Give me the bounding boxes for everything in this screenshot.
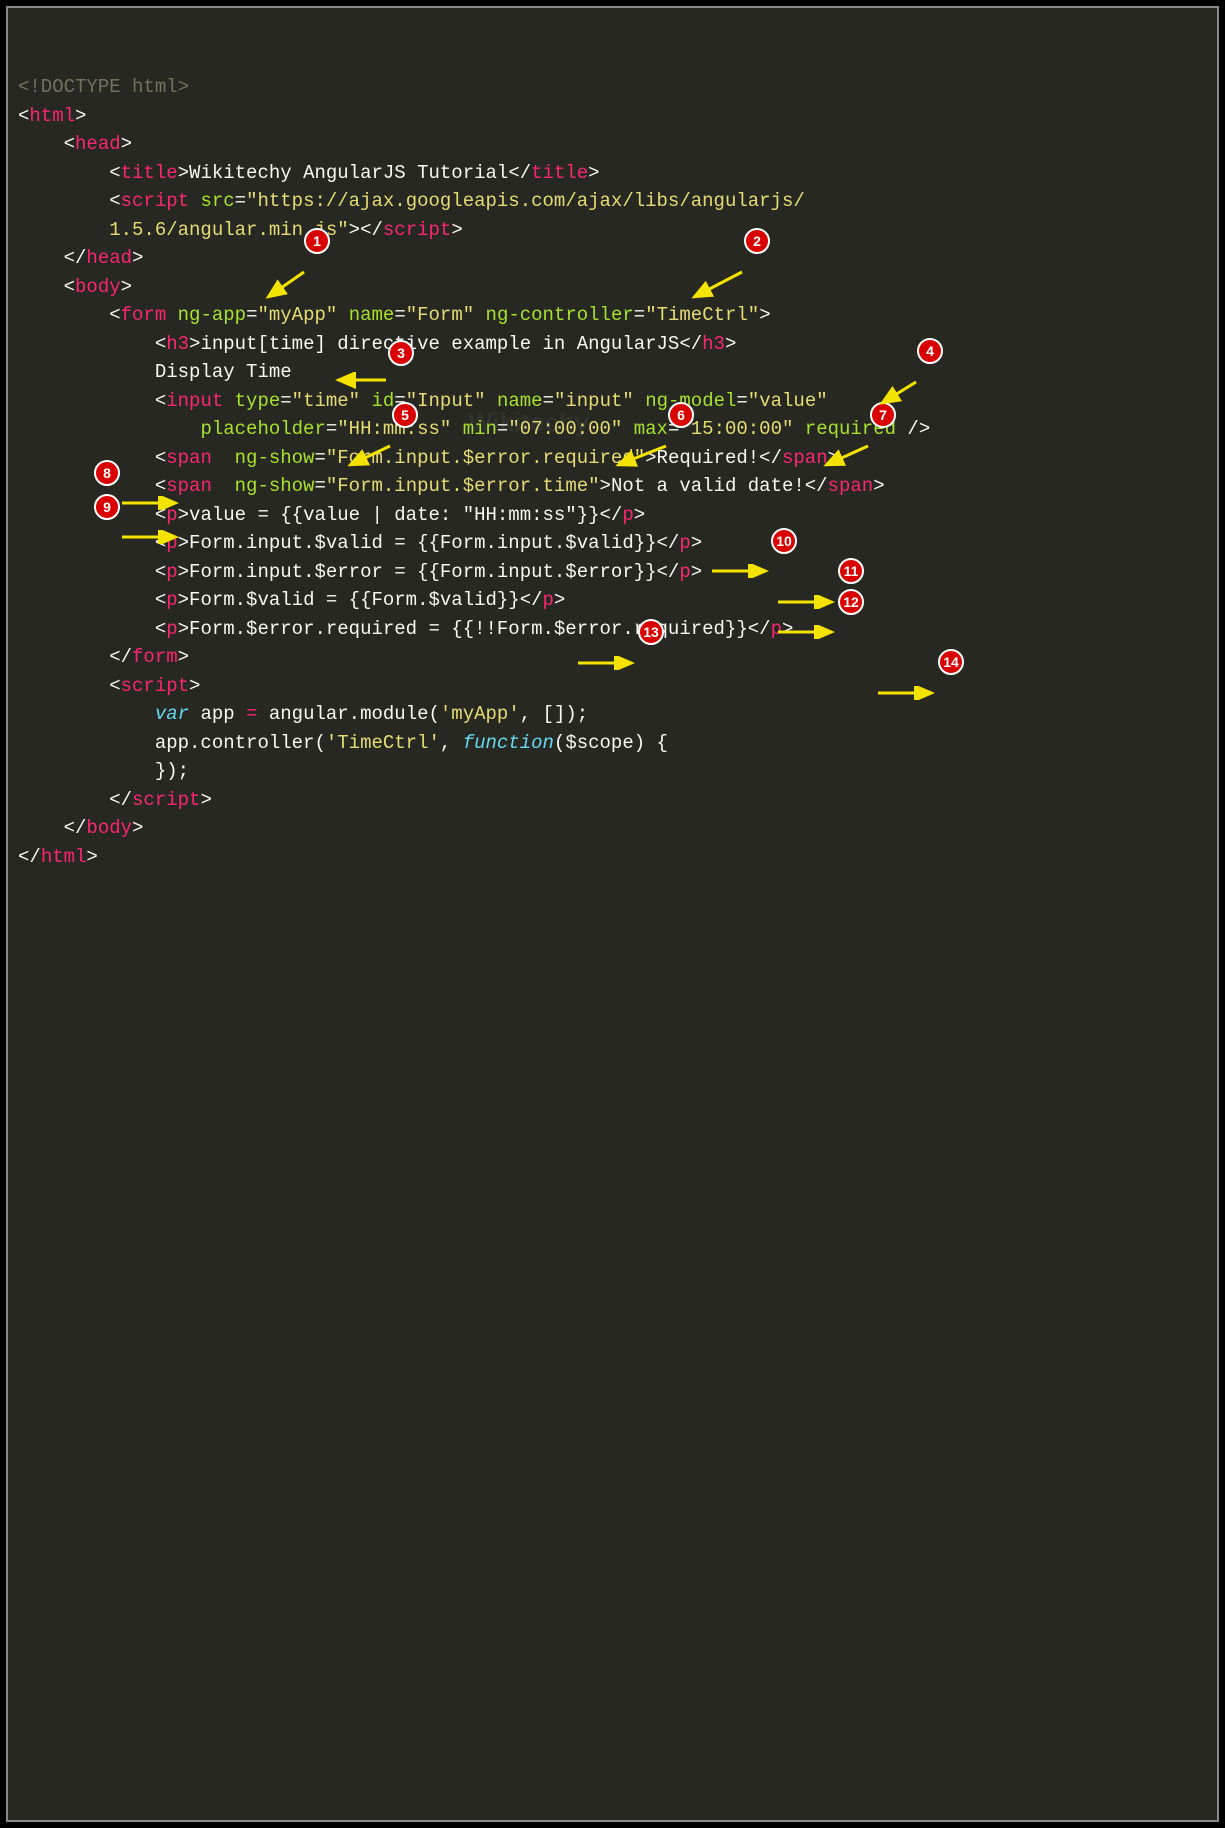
annotation-badge-6: 6: [668, 402, 694, 428]
annotation-badge-1: 1: [304, 228, 330, 254]
annotation-badge-2: 2: [744, 228, 770, 254]
annotation-badge-5: 5: [392, 402, 418, 428]
annotation-badge-9: 9: [94, 494, 120, 520]
annotation-badge-14: 14: [938, 649, 964, 675]
arrow-10: [708, 535, 772, 606]
annotation-badge-12: 12: [838, 589, 864, 615]
annotation-badge-11: 11: [838, 558, 864, 584]
annotation-badge-10: 10: [771, 528, 797, 554]
annotation-badge-4: 4: [917, 338, 943, 364]
code-editor: Wikitechy <!DOCTYPE html> <html> <head> …: [6, 6, 1219, 1822]
annotation-badge-7: 7: [870, 402, 896, 428]
annotation-badge-13: 13: [638, 619, 664, 645]
annotation-badge-8: 8: [94, 460, 120, 486]
annotation-badge-3: 3: [388, 340, 414, 366]
code-line: <!DOCTYPE html>: [18, 76, 189, 98]
arrow-14: [874, 657, 938, 728]
